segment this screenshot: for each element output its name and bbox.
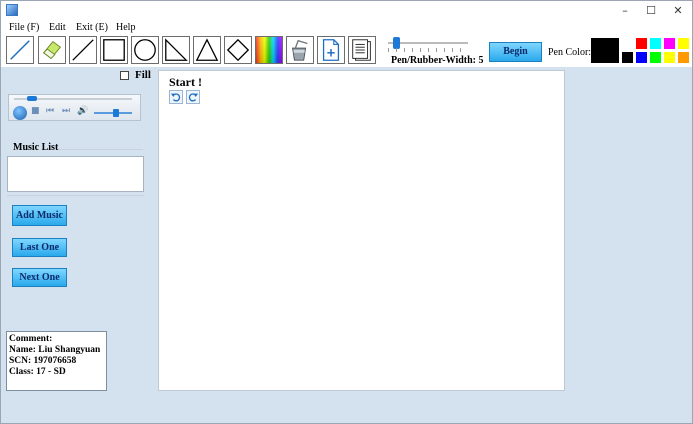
menu-exit[interactable]: Exit (E): [76, 22, 108, 33]
add-music-button[interactable]: Add Music: [12, 205, 67, 226]
triangle-icon: [195, 38, 219, 61]
fill-bucket-tool[interactable]: [286, 36, 314, 64]
music-list[interactable]: [7, 156, 144, 192]
play-icon[interactable]: [13, 106, 27, 120]
volume-slider-thumb[interactable]: [113, 109, 119, 117]
music-list-separator: [7, 195, 144, 196]
menu-file[interactable]: File (F): [9, 22, 39, 33]
new-file-icon: [322, 39, 340, 61]
color-swatch-cyan[interactable]: [650, 38, 661, 49]
rectangle-tool[interactable]: [100, 36, 128, 64]
minimize-button[interactable]: –: [611, 1, 639, 21]
pencil-icon: [10, 40, 30, 60]
diamond-icon: [226, 38, 250, 62]
open-file-tool[interactable]: [348, 36, 376, 64]
paint-bucket-icon: [292, 39, 308, 61]
current-pen-color: [591, 38, 619, 63]
color-swatch-yellow-2[interactable]: [664, 52, 675, 63]
canvas-title: Start !: [169, 75, 202, 89]
menu-help[interactable]: Help: [116, 22, 135, 33]
volume-icon[interactable]: 🔊: [77, 106, 88, 116]
eraser-icon: [42, 41, 62, 59]
line-tool[interactable]: [69, 36, 97, 64]
comment-name: Name: Liu Shangyuan: [9, 345, 101, 355]
music-list-label: Music List: [13, 142, 59, 153]
color-swatch-blue[interactable]: [636, 52, 647, 63]
begin-button[interactable]: Begin: [489, 42, 542, 62]
pencil-tool[interactable]: [6, 36, 34, 64]
undo-button[interactable]: [169, 90, 183, 104]
right-triangle-tool[interactable]: [162, 36, 190, 64]
line-icon: [72, 39, 94, 61]
pen-width-slider-track[interactable]: [388, 42, 468, 44]
diamond-tool[interactable]: [224, 36, 252, 64]
drawing-canvas[interactable]: Start !: [158, 70, 565, 391]
comment-heading: Comment:: [9, 334, 53, 344]
comment-scn: SCN: 197076658: [9, 356, 77, 366]
color-swatch-orange[interactable]: [678, 52, 689, 63]
color-swatch-yellow[interactable]: [678, 38, 689, 49]
menu-bar: File (F) Edit Exit (E) Help: [1, 21, 692, 35]
next-icon[interactable]: ⏭: [62, 106, 70, 116]
next-one-button[interactable]: Next One: [12, 268, 67, 287]
music-list-divider: [59, 149, 143, 150]
color-swatch-white[interactable]: [622, 38, 633, 49]
stop-icon[interactable]: ■: [31, 106, 40, 116]
fill-label: Fill: [135, 69, 151, 81]
comment-class: Class: 17 - SD: [9, 367, 66, 377]
media-player: ■ ⏮ ⏭ 🔊: [8, 94, 141, 121]
color-palette-tool[interactable]: [255, 36, 283, 64]
document-icon: [352, 39, 371, 61]
redo-button[interactable]: [186, 90, 200, 104]
title-bar: – ☐ ✕: [1, 1, 692, 21]
color-swatch-red[interactable]: [636, 38, 647, 49]
last-one-button[interactable]: Last One: [12, 238, 67, 257]
rainbow-icon: [256, 37, 282, 63]
circle-icon: [134, 39, 156, 61]
ellipse-tool[interactable]: [131, 36, 159, 64]
new-file-tool[interactable]: [317, 36, 345, 64]
app-window: – ☐ ✕ File (F) Edit Exit (E) Help Pen/Ru…: [0, 0, 693, 424]
maximize-button[interactable]: ☐: [637, 1, 665, 21]
menu-edit[interactable]: Edit: [49, 22, 66, 33]
pen-width-label: Pen/Rubber-Width: 5: [391, 55, 484, 66]
color-swatch-black[interactable]: [622, 52, 633, 63]
close-button[interactable]: ✕: [664, 1, 692, 21]
previous-icon[interactable]: ⏮: [46, 106, 54, 116]
triangle-tool[interactable]: [193, 36, 221, 64]
comment-box: Comment: Name: Liu Shangyuan SCN: 197076…: [6, 331, 107, 391]
toolbar: Pen/Rubber-Width: 5 Begin Pen Color:: [1, 35, 692, 67]
redo-icon: [188, 93, 199, 102]
app-icon: [6, 4, 18, 16]
left-panel: Fill ■ ⏮ ⏭ 🔊 Music List Add Music Last O…: [1, 67, 156, 423]
pen-width-slider-ticks: [388, 48, 468, 52]
fill-checkbox[interactable]: [120, 71, 129, 80]
color-swatch-green[interactable]: [650, 52, 661, 63]
pen-color-label: Pen Color:: [548, 47, 592, 58]
media-seek-thumb[interactable]: [27, 96, 37, 101]
undo-icon: [170, 93, 181, 102]
color-swatch-magenta[interactable]: [664, 38, 675, 49]
rectangle-icon: [103, 39, 125, 61]
right-triangle-icon: [165, 38, 188, 61]
rubber-tool[interactable]: [38, 36, 66, 64]
